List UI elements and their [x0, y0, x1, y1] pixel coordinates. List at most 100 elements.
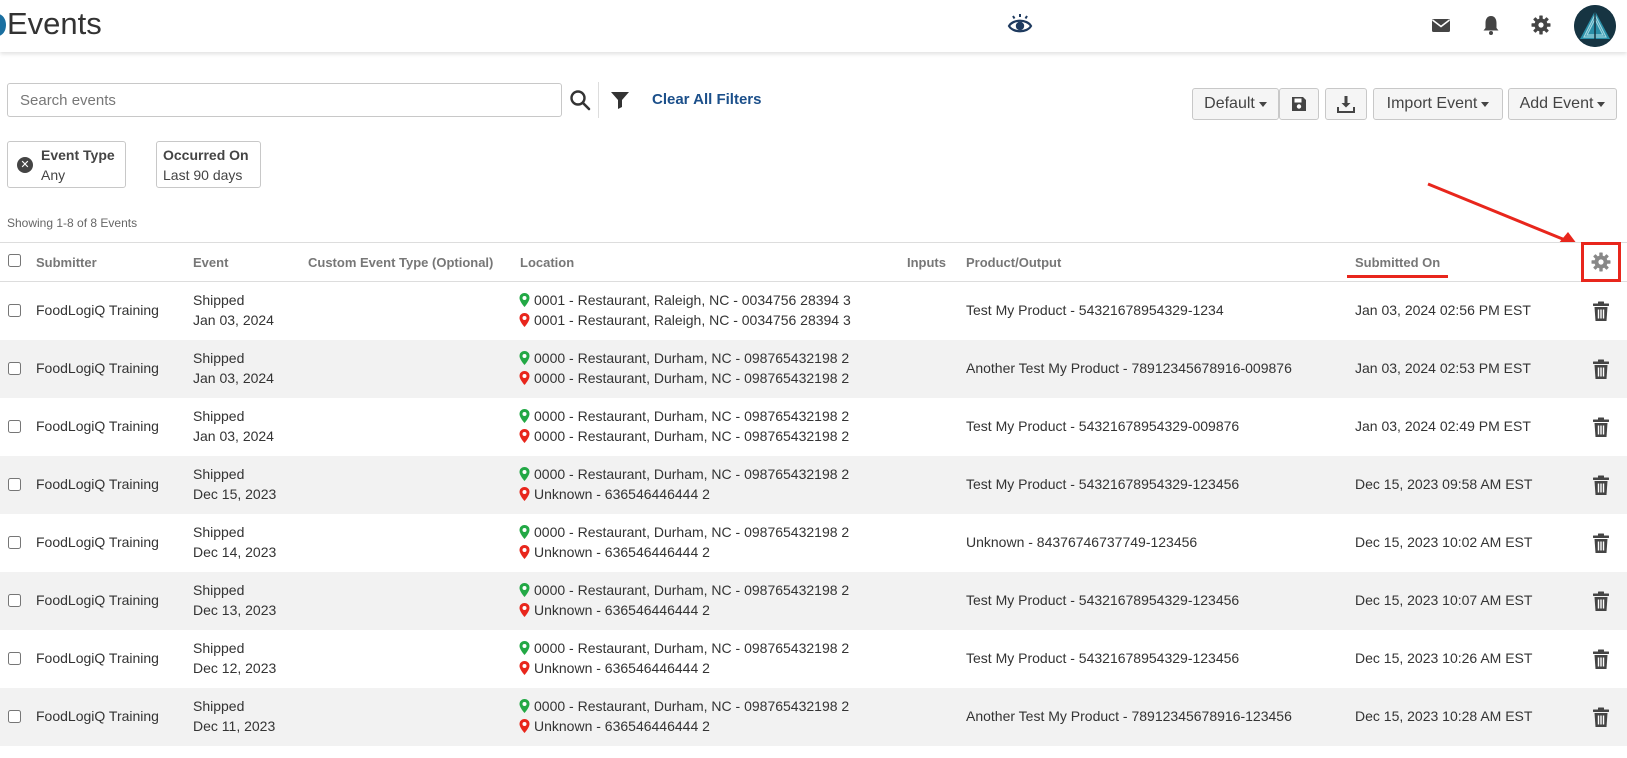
location-destination: 0001 - Restaurant, Raleigh, NC - 0034756…: [519, 312, 851, 328]
remove-filter-icon[interactable]: ✕: [17, 157, 33, 173]
download-button[interactable]: [1325, 88, 1367, 120]
row-checkbox[interactable]: [8, 478, 21, 491]
search-input[interactable]: [7, 83, 562, 117]
location-destination: Unknown - 636546446444 2: [519, 660, 710, 676]
table-row[interactable]: FoodLogiQ Training Shipped Jan 03, 2024 …: [0, 282, 1627, 340]
column-header-submitted-on[interactable]: Submitted On: [1355, 255, 1440, 270]
filter-chip-event-type[interactable]: ✕ Event Type Any: [7, 141, 126, 188]
location-origin-text: 0000 - Restaurant, Durham, NC - 09876543…: [534, 698, 850, 714]
row-checkbox[interactable]: [8, 536, 21, 549]
caret-down-icon: [1481, 101, 1490, 107]
table-row[interactable]: FoodLogiQ Training Shipped Dec 11, 2023 …: [0, 688, 1627, 746]
destination-pin-icon: [519, 429, 530, 443]
location-origin: 0000 - Restaurant, Durham, NC - 09876543…: [519, 582, 849, 598]
import-event-button[interactable]: Import Event: [1373, 88, 1503, 120]
row-checkbox[interactable]: [8, 362, 21, 375]
column-header-submitter[interactable]: Submitter: [36, 255, 97, 270]
product-cell: Another Test My Product - 78912345678916…: [966, 360, 1292, 376]
row-checkbox[interactable]: [8, 594, 21, 607]
origin-pin-icon: [519, 583, 530, 597]
filter-chip-occurred-on[interactable]: Occurred On Last 90 days: [156, 141, 261, 188]
table-row[interactable]: FoodLogiQ Training Shipped Dec 15, 2023 …: [0, 456, 1627, 514]
trash-icon[interactable]: [1592, 707, 1610, 728]
location-destination: Unknown - 636546446444 2: [519, 544, 710, 560]
event-cell: Shipped: [193, 524, 245, 540]
row-checkbox[interactable]: [8, 652, 21, 665]
trash-icon[interactable]: [1592, 417, 1610, 438]
trash-icon[interactable]: [1592, 591, 1610, 612]
location-destination: Unknown - 636546446444 2: [519, 486, 710, 502]
select-all-checkbox[interactable]: [8, 254, 21, 267]
table-row[interactable]: FoodLogiQ Training Shipped Dec 13, 2023 …: [0, 572, 1627, 630]
mail-icon[interactable]: [1430, 14, 1452, 36]
eye-icon[interactable]: [1006, 12, 1034, 40]
app-logo[interactable]: [0, 14, 6, 36]
filter-icon[interactable]: [610, 90, 630, 110]
table-row[interactable]: FoodLogiQ Training Shipped Dec 12, 2023 …: [0, 630, 1627, 688]
clear-all-filters-link[interactable]: Clear All Filters: [652, 91, 761, 108]
add-event-button[interactable]: Add Event: [1508, 88, 1617, 120]
event-date-cell: Jan 03, 2024: [193, 312, 274, 328]
location-destination-text: Unknown - 636546446444 2: [534, 718, 710, 734]
avatar[interactable]: [1574, 5, 1616, 47]
download-icon: [1337, 96, 1355, 113]
trash-icon[interactable]: [1592, 301, 1610, 322]
location-destination: Unknown - 636546446444 2: [519, 718, 710, 734]
table-row[interactable]: FoodLogiQ Training Shipped Dec 14, 2023 …: [0, 514, 1627, 572]
product-cell: Test My Product - 54321678954329-123456: [966, 650, 1240, 666]
submitted-on-cell: Dec 15, 2023 10:07 AM EST: [1355, 592, 1533, 608]
table-row[interactable]: FoodLogiQ Training Shipped Jan 03, 2024 …: [0, 340, 1627, 398]
product-cell: Unknown - 84376746737749-123456: [966, 534, 1198, 550]
event-date-cell: Dec 12, 2023: [193, 660, 277, 676]
column-header-product-output[interactable]: Product/Output: [966, 255, 1061, 270]
column-header-inputs[interactable]: Inputs: [907, 255, 946, 270]
save-icon: [1292, 97, 1306, 111]
row-checkbox[interactable]: [8, 710, 21, 723]
submitted-on-cell: Dec 15, 2023 10:28 AM EST: [1355, 708, 1533, 724]
location-origin-text: 0000 - Restaurant, Durham, NC - 09876543…: [534, 408, 850, 424]
product-cell: Test My Product - 54321678954329-123456: [966, 592, 1240, 608]
page-title: Events: [7, 6, 102, 41]
location-origin-text: 0000 - Restaurant, Durham, NC - 09876543…: [534, 466, 850, 482]
destination-pin-icon: [519, 661, 530, 675]
row-checkbox[interactable]: [8, 420, 21, 433]
save-view-button[interactable]: [1279, 88, 1319, 120]
location-destination: 0000 - Restaurant, Durham, NC - 09876543…: [519, 428, 849, 444]
column-header-location[interactable]: Location: [520, 255, 574, 270]
trash-icon[interactable]: [1592, 533, 1610, 554]
product-cell: Test My Product - 54321678954329-1234: [966, 302, 1224, 318]
avatar-logo-icon: [1574, 5, 1616, 47]
destination-pin-icon: [519, 371, 530, 385]
submitter-cell: FoodLogiQ Training: [36, 534, 159, 550]
bell-icon[interactable]: [1480, 14, 1502, 36]
results-count: Showing 1-8 of 8 Events: [7, 216, 138, 230]
location-destination-text: 0000 - Restaurant, Durham, NC - 09876543…: [534, 428, 850, 444]
origin-pin-icon: [519, 699, 530, 713]
event-cell: Shipped: [193, 292, 245, 308]
event-date-cell: Dec 13, 2023: [193, 602, 277, 618]
origin-pin-icon: [519, 351, 530, 365]
event-cell: Shipped: [193, 408, 245, 424]
location-origin: 0001 - Restaurant, Raleigh, NC - 0034756…: [519, 292, 851, 308]
location-destination: Unknown - 636546446444 2: [519, 602, 710, 618]
event-date-cell: Dec 14, 2023: [193, 544, 277, 560]
row-checkbox[interactable]: [8, 304, 21, 317]
annotation-highlight-box: [1581, 242, 1621, 282]
submitter-cell: FoodLogiQ Training: [36, 418, 159, 434]
trash-icon[interactable]: [1592, 649, 1610, 670]
location-destination: 0000 - Restaurant, Durham, NC - 09876543…: [519, 370, 849, 386]
table-row[interactable]: FoodLogiQ Training Shipped Jan 03, 2024 …: [0, 398, 1627, 456]
filter-chip-value: Last 90 days: [163, 167, 243, 183]
event-date-cell: Jan 03, 2024: [193, 428, 274, 444]
column-header-event[interactable]: Event: [193, 255, 228, 270]
location-origin-text: 0000 - Restaurant, Durham, NC - 09876543…: [534, 640, 850, 656]
submitted-on-cell: Jan 03, 2024 02:53 PM EST: [1355, 360, 1531, 376]
trash-icon[interactable]: [1592, 475, 1610, 496]
trash-icon[interactable]: [1592, 359, 1610, 380]
annotation-underline: [1347, 275, 1448, 278]
gear-icon[interactable]: [1530, 14, 1552, 36]
view-select-button[interactable]: Default: [1192, 88, 1279, 120]
column-header-custom-event-type[interactable]: Custom Event Type (Optional): [308, 255, 493, 270]
search-icon[interactable]: [568, 88, 592, 112]
origin-pin-icon: [519, 409, 530, 423]
